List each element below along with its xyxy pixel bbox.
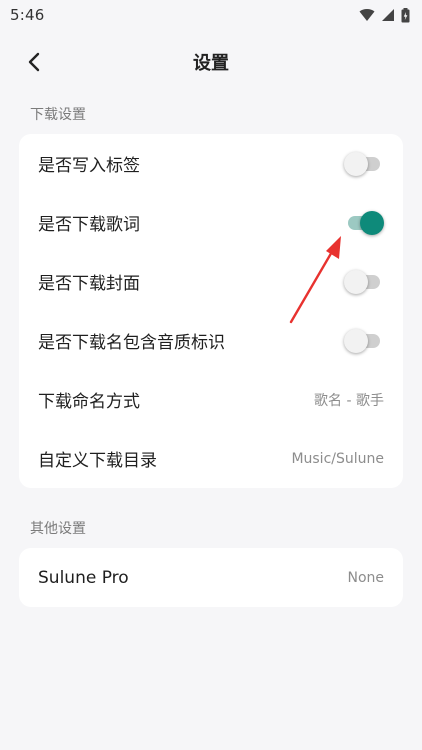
app-bar: 设置: [0, 30, 422, 94]
setting-download-lyrics[interactable]: 是否下载歌词: [19, 193, 403, 252]
write-tags-toggle[interactable]: [344, 149, 384, 179]
status-icons: [359, 7, 410, 23]
setting-label: 是否下载封面: [38, 274, 140, 294]
setting-label: 是否写入标签: [38, 156, 140, 176]
setting-download-cover[interactable]: 是否下载封面: [19, 252, 403, 311]
wifi-icon: [359, 8, 375, 22]
setting-label: 是否下载歌词: [38, 215, 140, 235]
download-lyrics-toggle[interactable]: [344, 208, 384, 238]
setting-label: 下载命名方式: [38, 392, 140, 412]
setting-value: 歌名 - 歌手: [314, 392, 384, 409]
setting-naming-format[interactable]: 下载命名方式 歌名 - 歌手: [19, 370, 403, 429]
setting-label: 是否下载名包含音质标识: [38, 333, 225, 353]
quality-in-filename-toggle[interactable]: [344, 326, 384, 356]
setting-label: Sulune Pro: [38, 567, 129, 588]
setting-download-directory[interactable]: 自定义下载目录 Music/Sulune: [19, 429, 403, 488]
section-header-other: 其他设置: [30, 521, 86, 537]
setting-value: None: [347, 569, 384, 586]
chevron-left-icon: [28, 52, 40, 72]
setting-value: Music/Sulune: [291, 450, 384, 467]
download-settings-card: 是否写入标签 是否下载歌词 是否下载封面 是否下载名包含音质标识 下载命名方式 …: [19, 134, 403, 488]
status-bar: 5:46: [0, 0, 422, 30]
status-time: 5:46: [10, 6, 45, 24]
setting-quality-in-filename[interactable]: 是否下载名包含音质标识: [19, 311, 403, 370]
battery-icon: [401, 7, 410, 23]
other-settings-card: Sulune Pro None: [19, 548, 403, 607]
setting-sulune-pro[interactable]: Sulune Pro None: [19, 548, 403, 607]
page-title: 设置: [193, 53, 229, 74]
back-button[interactable]: [20, 48, 48, 76]
download-cover-toggle[interactable]: [344, 267, 384, 297]
setting-write-tags[interactable]: 是否写入标签: [19, 134, 403, 193]
section-header-download: 下载设置: [30, 107, 86, 123]
setting-label: 自定义下载目录: [38, 451, 157, 471]
signal-icon: [381, 8, 395, 22]
